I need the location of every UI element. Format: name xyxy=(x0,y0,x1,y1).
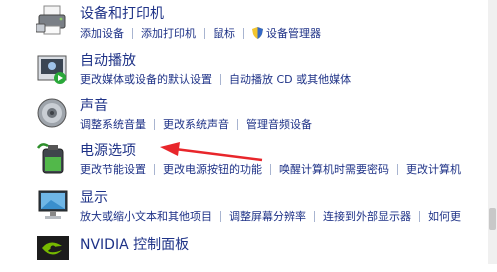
scrollbar-thumb[interactable] xyxy=(489,208,496,230)
annotation-arrow xyxy=(160,142,263,162)
vertical-scrollbar[interactable] xyxy=(488,0,497,264)
